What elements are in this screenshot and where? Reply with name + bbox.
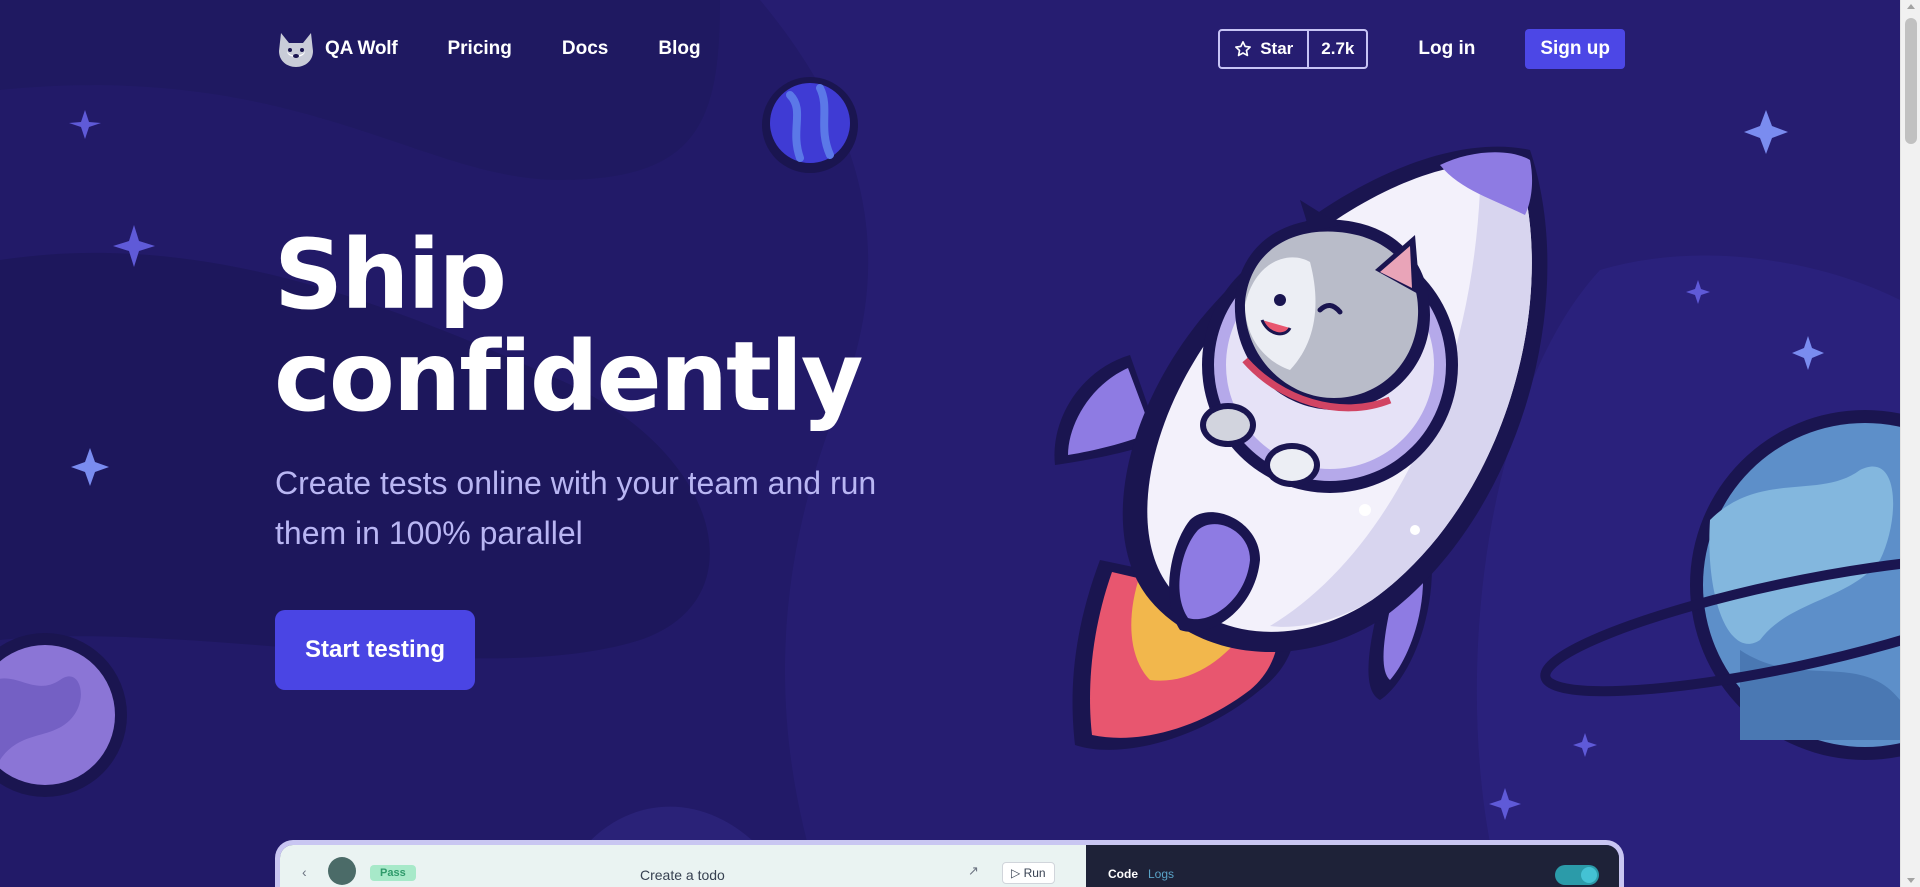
- star-icon: [1235, 41, 1252, 57]
- hero-title-line2: confidently: [274, 321, 863, 433]
- space-illustration: [0, 0, 1900, 887]
- nav-link-docs[interactable]: Docs: [562, 38, 608, 60]
- page-scrollbar[interactable]: [1900, 0, 1920, 887]
- avatar: [328, 857, 356, 885]
- wolf-logo-icon: [279, 33, 313, 67]
- brand-logo[interactable]: QA Wolf: [275, 29, 398, 69]
- run-button[interactable]: ▷ Run: [1002, 862, 1055, 884]
- back-icon[interactable]: ‹: [302, 864, 307, 880]
- github-star-widget: Star 2.7k: [1218, 29, 1369, 69]
- play-icon: ▷: [1011, 866, 1024, 880]
- scroll-down-icon[interactable]: [1907, 878, 1915, 883]
- hero-title: Ship confidently: [274, 224, 863, 428]
- hero-title-line1: Ship: [274, 219, 507, 331]
- github-star-count[interactable]: 2.7k: [1309, 31, 1366, 67]
- hero-subtitle: Create tests online with your team and r…: [275, 465, 877, 551]
- test-title: Create a todo: [640, 867, 725, 883]
- tab-code[interactable]: Code: [1108, 867, 1138, 881]
- nav-actions: Star 2.7k Log in Sign up: [1218, 29, 1625, 69]
- scroll-up-icon[interactable]: [1907, 4, 1915, 9]
- tab-logs[interactable]: Logs: [1148, 867, 1174, 881]
- app-preview: ‹ Pass Create a todo ↗ ▷ Run Code Logs: [275, 840, 1624, 887]
- toggle-switch[interactable]: [1555, 865, 1599, 885]
- run-label: Run: [1023, 866, 1046, 880]
- scrollbar-thumb[interactable]: [1905, 18, 1917, 144]
- nav-link-blog[interactable]: Blog: [658, 38, 700, 60]
- external-link-icon[interactable]: ↗: [968, 863, 979, 879]
- github-star-label: Star: [1260, 39, 1294, 58]
- preview-code-panel: Code Logs: [1086, 845, 1619, 887]
- hero-background: [0, 0, 1900, 887]
- status-badge: Pass: [370, 865, 416, 881]
- brand-name: QA Wolf: [325, 38, 398, 59]
- github-star-button[interactable]: Star: [1220, 31, 1310, 67]
- signup-button[interactable]: Sign up: [1525, 29, 1625, 69]
- nav-link-pricing[interactable]: Pricing: [447, 38, 511, 60]
- start-testing-button[interactable]: Start testing: [275, 610, 475, 690]
- login-link[interactable]: Log in: [1418, 38, 1475, 60]
- preview-test-panel: ‹ Pass Create a todo ↗ ▷ Run: [280, 845, 1086, 887]
- top-nav: QA Wolf Pricing Docs Blog Star 2.7k Log …: [275, 28, 1625, 70]
